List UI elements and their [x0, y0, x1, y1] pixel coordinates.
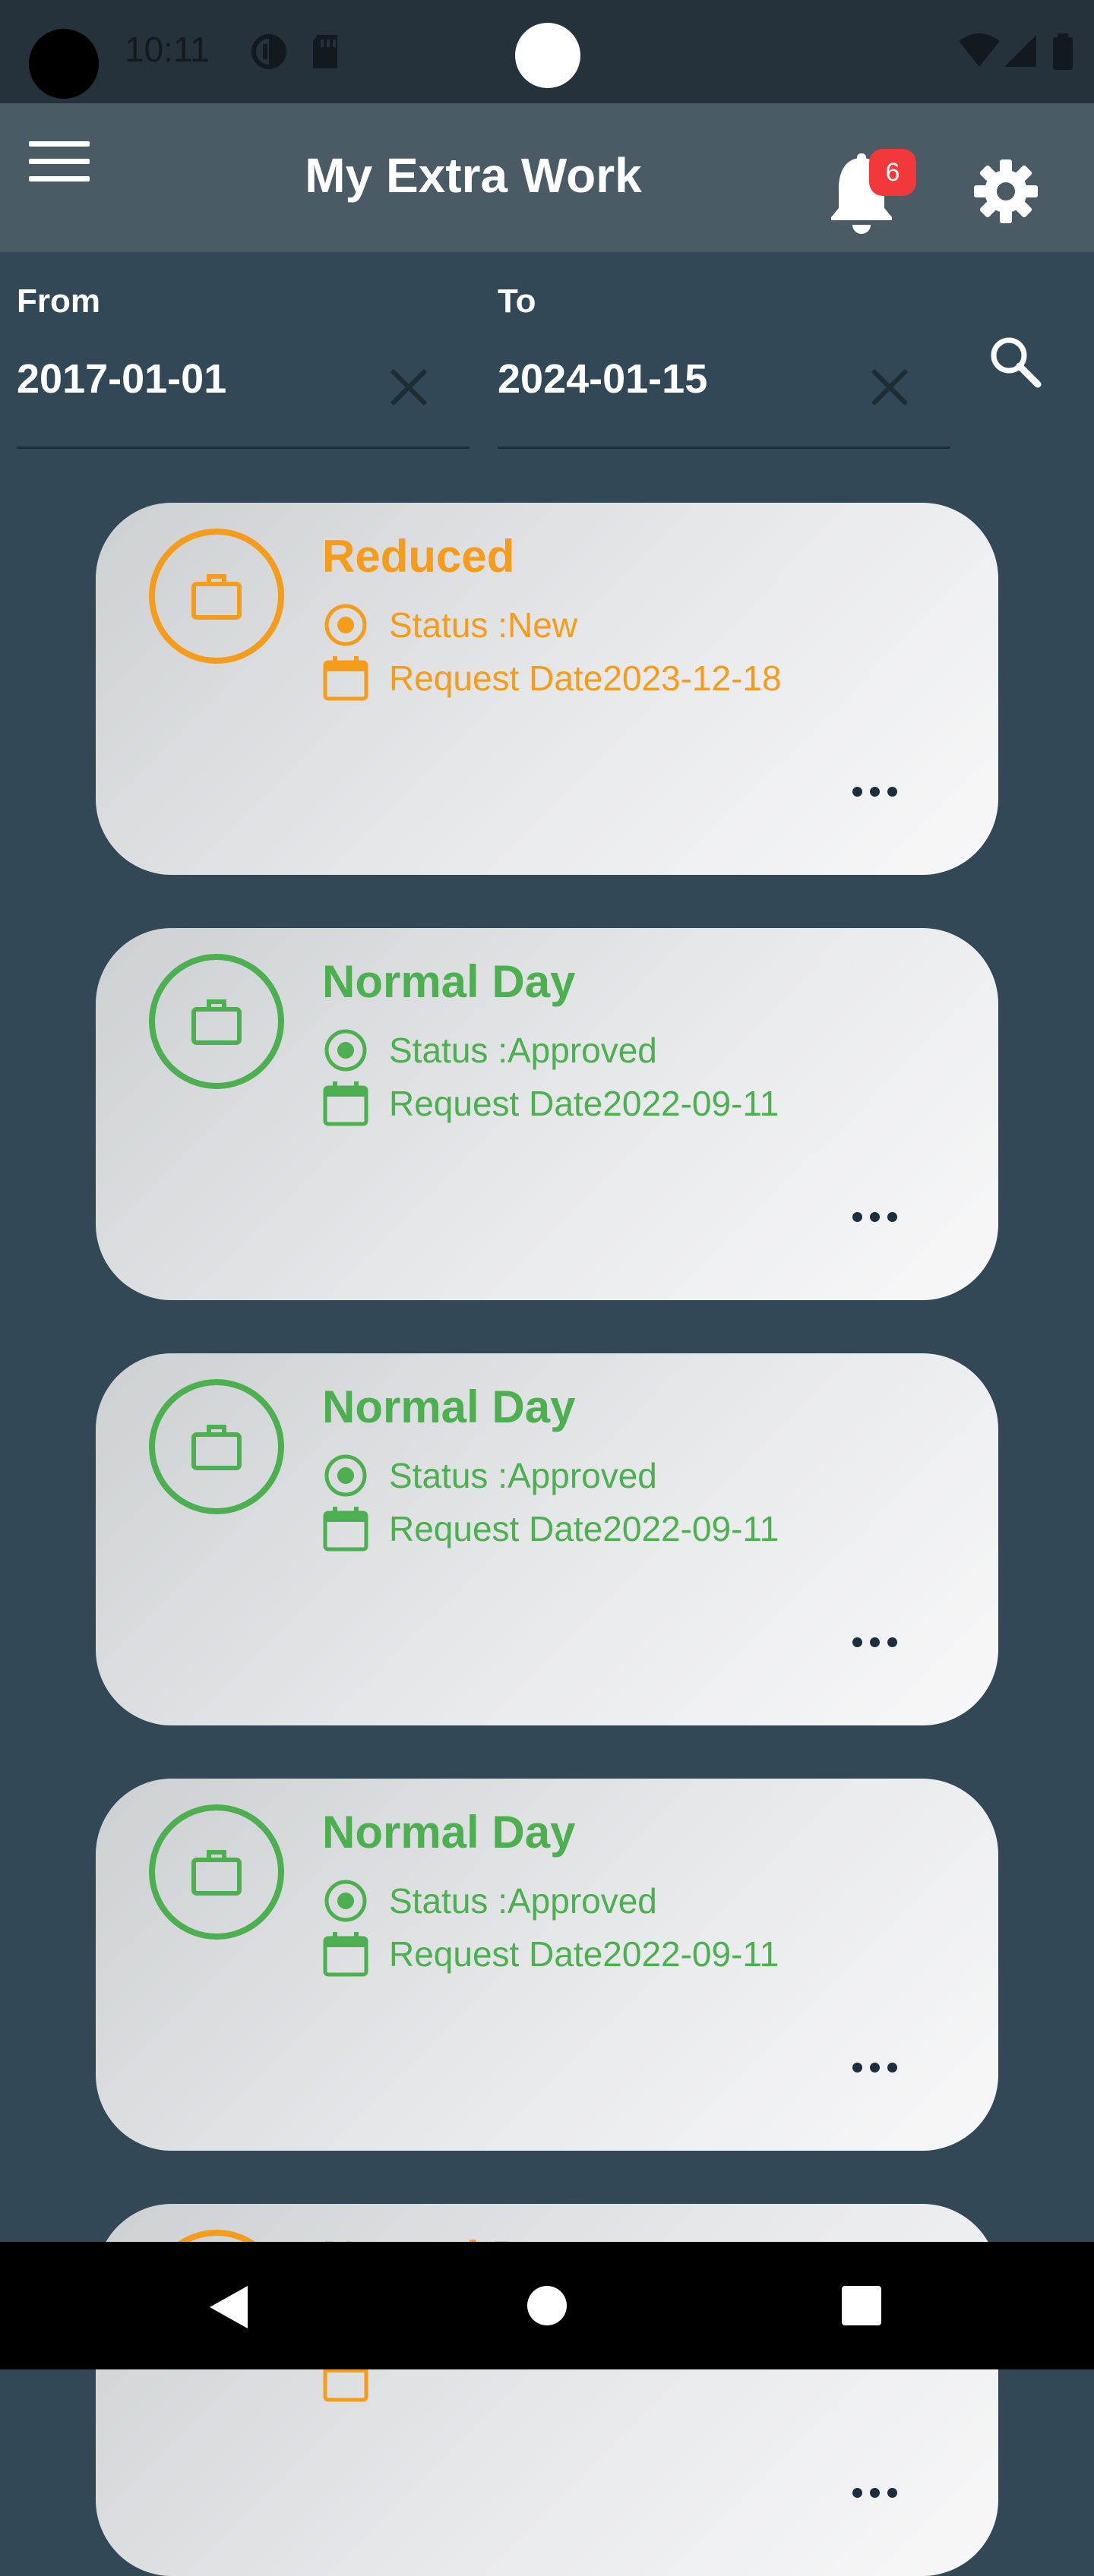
more-options-button[interactable]	[852, 1194, 913, 1239]
settings-gear-icon[interactable]	[974, 159, 1038, 223]
status-radio-icon	[324, 1880, 367, 1922]
request-date-text: Request Date2023-12-18	[389, 658, 782, 698]
status-text: Status :Approved	[389, 1456, 657, 1495]
request-date-text: Request Date2022-09-11	[389, 1934, 779, 1974]
briefcase-icon	[149, 1804, 284, 1940]
briefcase-icon	[149, 1379, 284, 1514]
status-radio-icon	[324, 1454, 367, 1497]
status-bar: 10:11	[0, 0, 1094, 103]
clear-to-icon[interactable]	[867, 365, 912, 410]
sd-card-icon	[313, 35, 337, 68]
calendar-icon	[323, 656, 368, 701]
to-label: To	[498, 283, 536, 320]
request-type: Normal Day	[322, 956, 576, 1007]
recents-icon[interactable]	[842, 2286, 881, 2325]
request-type: Normal Day	[322, 1381, 576, 1432]
to-date-value: 2024-01-15	[498, 356, 708, 402]
calendar-icon	[323, 1507, 368, 1552]
home-icon[interactable]	[526, 2284, 568, 2327]
back-icon[interactable]	[205, 2283, 251, 2331]
more-options-button[interactable]	[852, 2044, 913, 2090]
search-icon[interactable]	[985, 331, 1045, 392]
briefcase-icon	[149, 954, 284, 1089]
status-radio-icon	[324, 604, 367, 646]
from-label: From	[17, 283, 100, 320]
status-text: Status :New	[389, 605, 577, 645]
request-date-text: Request Date2022-09-11	[389, 1509, 779, 1548]
clear-from-icon[interactable]	[386, 365, 432, 410]
more-options-button[interactable]	[852, 2470, 913, 2515]
briefcase-icon	[149, 529, 284, 664]
status-radio-icon	[324, 1029, 367, 1072]
request-type: Normal Day	[322, 1807, 576, 1858]
status-time: 10:11	[125, 30, 210, 69]
more-options-button[interactable]	[852, 1619, 913, 1665]
battery-icon	[1053, 33, 1073, 70]
cell-signal-icon	[1004, 35, 1036, 67]
page-title: My Extra Work	[305, 148, 642, 203]
status-text: Status :Approved	[389, 1881, 657, 1921]
data-saver-icon	[251, 34, 286, 69]
request-card[interactable]: Normal Day Status :Approved Request Date20…	[96, 1779, 998, 2151]
from-date-field[interactable]: 2017-01-01	[17, 346, 470, 449]
status-text: Status :Approved	[389, 1031, 657, 1070]
request-card[interactable]: Reduced Status :New Request Date2023-12-18	[96, 503, 998, 875]
notification-badge: 6	[869, 149, 916, 196]
from-date-value: 2017-01-01	[17, 356, 227, 402]
camera-cutout	[29, 29, 99, 99]
front-camera	[515, 23, 580, 88]
request-date-text: Request Date2022-09-11	[389, 1084, 779, 1123]
more-options-button[interactable]	[852, 769, 913, 814]
request-card[interactable]: Normal Day Status :Approved Request Date20…	[96, 1353, 998, 1725]
navigation-bar	[0, 2242, 1094, 2369]
app-bar: My Extra Work 6	[0, 103, 1094, 252]
calendar-icon	[323, 1932, 368, 1977]
calendar-icon	[323, 1081, 368, 1126]
request-card[interactable]: Normal Day Status :Approved Request Date20…	[96, 928, 998, 1300]
wifi-icon	[959, 33, 1000, 67]
to-date-field[interactable]: 2024-01-15	[498, 346, 950, 449]
request-type: Reduced	[322, 531, 515, 582]
